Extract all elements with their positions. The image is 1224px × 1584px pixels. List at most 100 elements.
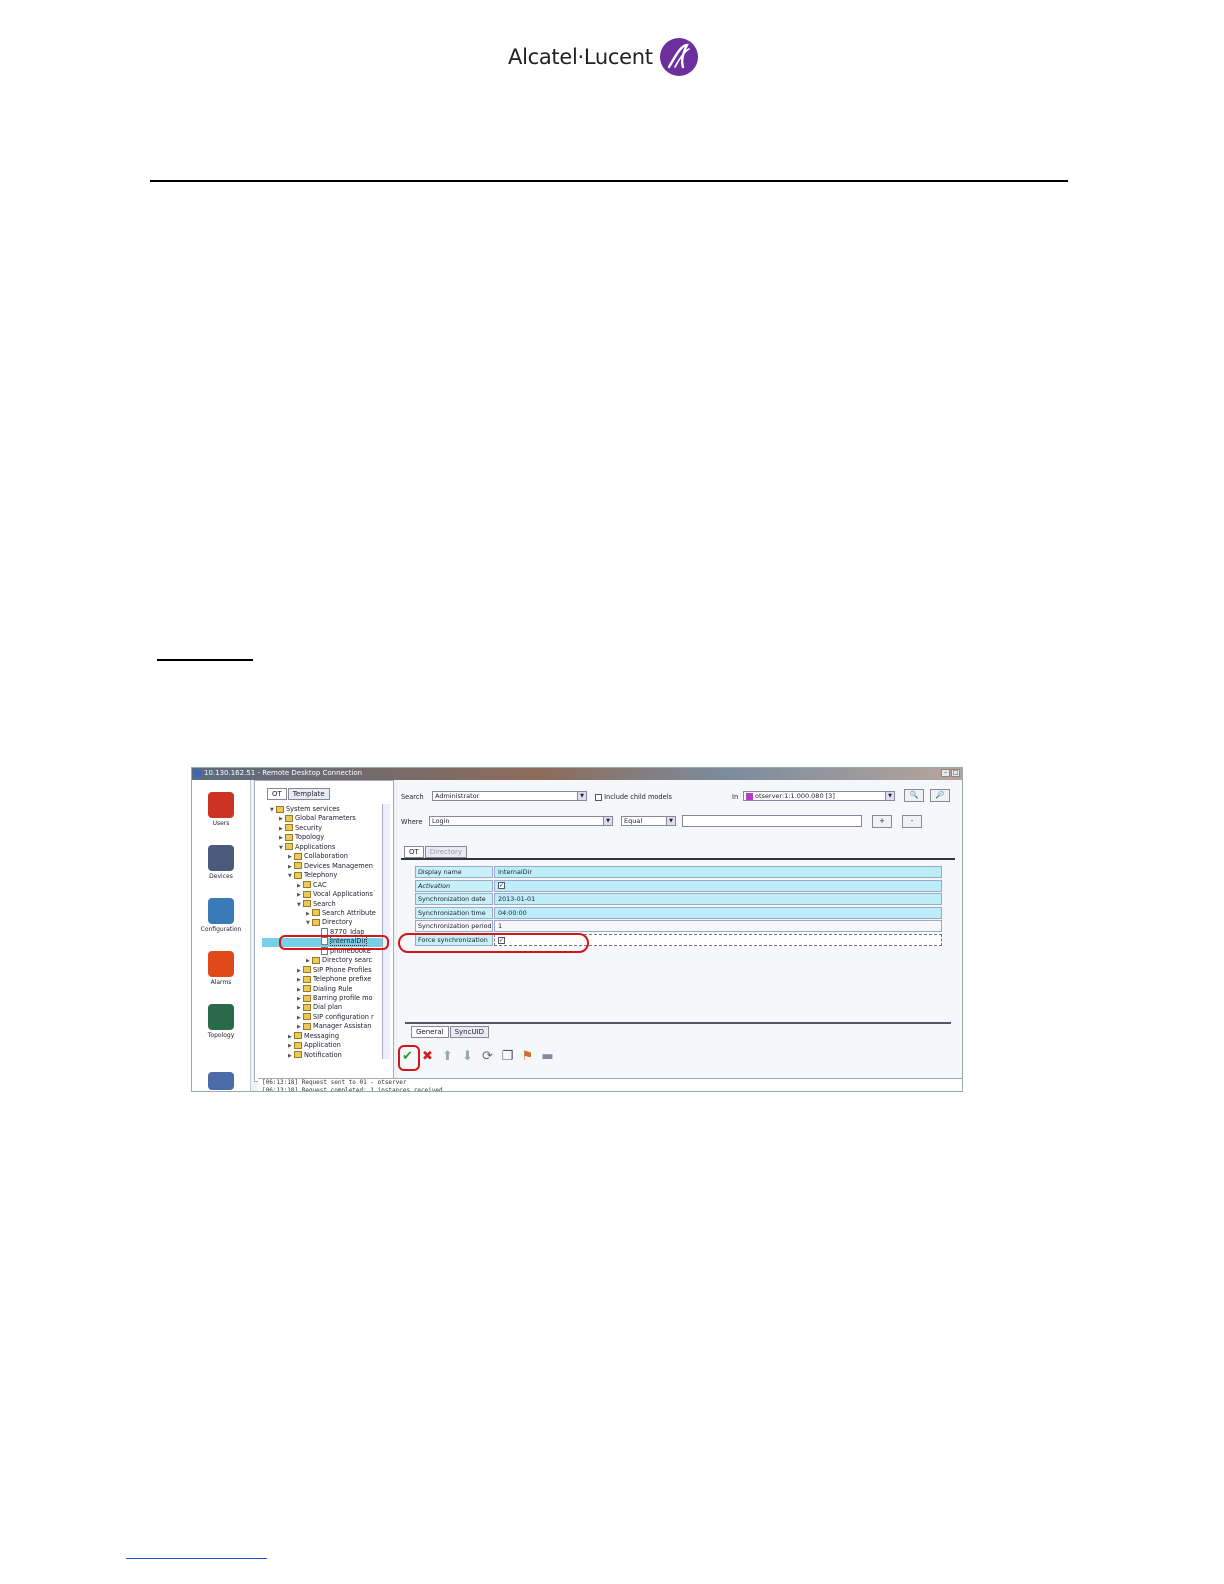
where-attribute-select[interactable]: Login ▼ [429, 816, 613, 826]
tree-item[interactable]: ▶ SIP Phone Profiles [297, 966, 372, 975]
tree-item[interactable]: ▶ Notification [288, 1051, 342, 1060]
tree-item-label: System services [286, 805, 340, 813]
tree-item-label: Dialing Rule [313, 984, 353, 993]
tree-item[interactable]: ▶ Dialing Rule [297, 985, 352, 994]
folder-icon [294, 852, 302, 860]
property-label: Display name [415, 866, 493, 878]
tree-item[interactable]: ▶ Search Attribute [306, 909, 376, 918]
apply-icon[interactable]: ✔ [400, 1049, 415, 1064]
tree-item[interactable]: ▶ Vocal Applications [297, 890, 373, 899]
log-line: [06:13:18] Request completed: 1 instance… [262, 1087, 443, 1092]
content-tab-directory[interactable]: Directory [424, 846, 468, 858]
window-title: 10.130.162.51 - Remote Desktop Connectio… [204, 769, 363, 777]
content-tab-ot[interactable]: OT [404, 846, 424, 858]
footer-link-underline [126, 1558, 267, 1559]
tree-item[interactable]: ▶ Barring profile mo [297, 994, 373, 1003]
folder-icon [285, 824, 293, 832]
chevron-down-icon: ▼ [603, 817, 612, 825]
delete-icon[interactable]: ▬ [540, 1049, 555, 1064]
include-child-option[interactable]: Include child models [595, 793, 672, 801]
refresh-icon[interactable]: ⟳ [480, 1049, 495, 1064]
down-icon[interactable]: ⬇ [460, 1049, 475, 1064]
tree-item[interactable]: ▶ Telephone prefixe [297, 975, 371, 984]
server-icon [746, 792, 753, 800]
nav-item-devices[interactable]: Devices [192, 845, 250, 880]
tree-item[interactable]: ▶ Dial plan [297, 1003, 342, 1012]
tree-item[interactable]: ▶ Topology [279, 833, 324, 842]
property-row: Synchronization period 1 [415, 920, 942, 933]
include-child-label: Include child models [604, 793, 672, 801]
folder-icon [294, 1041, 302, 1049]
tree-item[interactable]: ▶ Security [279, 824, 322, 833]
tree-item[interactable]: ▶ Collaboration [288, 852, 348, 861]
alcatel-lucent-logo: Alcatel·Lucent [508, 36, 699, 78]
tree-item-label: Directory [322, 918, 353, 927]
nav-item-users[interactable]: Users [192, 792, 250, 827]
nav-item-topology[interactable]: Topology [192, 1004, 250, 1039]
highlight-tree-item [279, 935, 389, 950]
tree-item[interactable]: ▼ System services [270, 805, 340, 814]
include-child-checkbox[interactable] [595, 793, 602, 801]
tree-item[interactable]: ▶ Manager Assistan [297, 1022, 371, 1031]
property-value[interactable]: ✓ [494, 879, 942, 892]
tree-item[interactable]: ▶ Devices Managemen [288, 862, 373, 871]
property-row: Display name InternalDir [415, 866, 942, 878]
tree-item-label: Collaboration [304, 852, 348, 861]
tree-item[interactable]: ▶ SIP configuration r [297, 1013, 374, 1022]
tree-item[interactable]: ▼ Search [297, 900, 336, 909]
bottom-tab-rule [405, 1022, 951, 1024]
in-scope-value: otserver:1:1.000.080 [3] [755, 792, 835, 800]
bottom-tab-general[interactable]: General [411, 1026, 449, 1038]
tree-item[interactable]: ▶ Global Parameters [279, 814, 356, 823]
remove-criteria-button[interactable]: - [902, 815, 922, 828]
tree-item[interactable]: ▶ Application [288, 1041, 341, 1050]
tree-item[interactable]: ▶ CAC [297, 881, 327, 890]
bottom-tab-syncuid[interactable]: SyncUID [449, 1026, 490, 1038]
checkbox-checked[interactable]: ✓ [498, 882, 505, 890]
maximize-button[interactable]: □ [951, 769, 960, 777]
microscope-icon [208, 1072, 234, 1090]
add-criteria-label: + [879, 817, 885, 825]
criteria-input[interactable] [682, 815, 862, 827]
tree-scrollbar[interactable] [382, 804, 390, 1059]
copy-icon[interactable]: ❐ [500, 1049, 515, 1064]
folder-icon [294, 1032, 302, 1040]
nav-item-label: Configuration [200, 926, 242, 933]
tree-item[interactable]: ▶ Messaging [288, 1032, 339, 1041]
tree-item[interactable]: ▼ Applications [279, 843, 335, 852]
advanced-search-button[interactable]: 🔎 [930, 789, 950, 802]
operator-select[interactable]: Equal ▼ [621, 816, 676, 826]
search-type-value: Administrator [435, 792, 480, 800]
where-label: Where [401, 818, 423, 826]
property-label: Synchronization period [415, 920, 493, 933]
tree-tab-ot[interactable]: OT [267, 788, 287, 800]
tree-item-label: Telephony [304, 871, 338, 880]
search-button[interactable]: 🔍 [904, 789, 924, 802]
cancel-icon[interactable]: ✖ [420, 1049, 435, 1064]
nav-item-more[interactable] [192, 1072, 250, 1090]
users-icon [208, 792, 234, 818]
folder-icon [312, 956, 320, 964]
minimize-button[interactable]: – [941, 769, 950, 777]
property-value: InternalDir [494, 866, 942, 878]
nav-item-configuration[interactable]: Configuration [192, 898, 250, 933]
up-icon[interactable]: ⬆ [440, 1049, 455, 1064]
header-rule [150, 180, 1068, 182]
where-attribute-value: Login [432, 817, 450, 825]
pin-icon[interactable]: ⚑ [520, 1049, 535, 1064]
folder-icon [294, 871, 302, 879]
tree-item[interactable]: ▼ Telephony [288, 871, 337, 880]
search-type-select[interactable]: Administrator ▼ [432, 791, 587, 801]
left-nav: Users Devices Configuration Alarms Topology [192, 780, 251, 1091]
nav-item-alarms[interactable]: Alarms [192, 951, 250, 986]
add-criteria-button[interactable]: + [872, 815, 892, 828]
log-line: [06:13:18] Request sent to 01 - otserver [262, 1079, 407, 1086]
tree-item[interactable]: ▶ Directory searc [306, 956, 372, 965]
content-tabs: OT Directory [404, 846, 468, 858]
topology-icon [208, 1004, 234, 1030]
remove-criteria-label: - [910, 817, 914, 825]
in-scope-select[interactable]: otserver:1:1.000.080 [3] ▼ [743, 791, 895, 801]
tree-tab-template[interactable]: Template [287, 788, 330, 800]
magnifier-icon: 🔍 [909, 791, 919, 799]
tree-item[interactable]: ▼ Directory [306, 918, 352, 927]
